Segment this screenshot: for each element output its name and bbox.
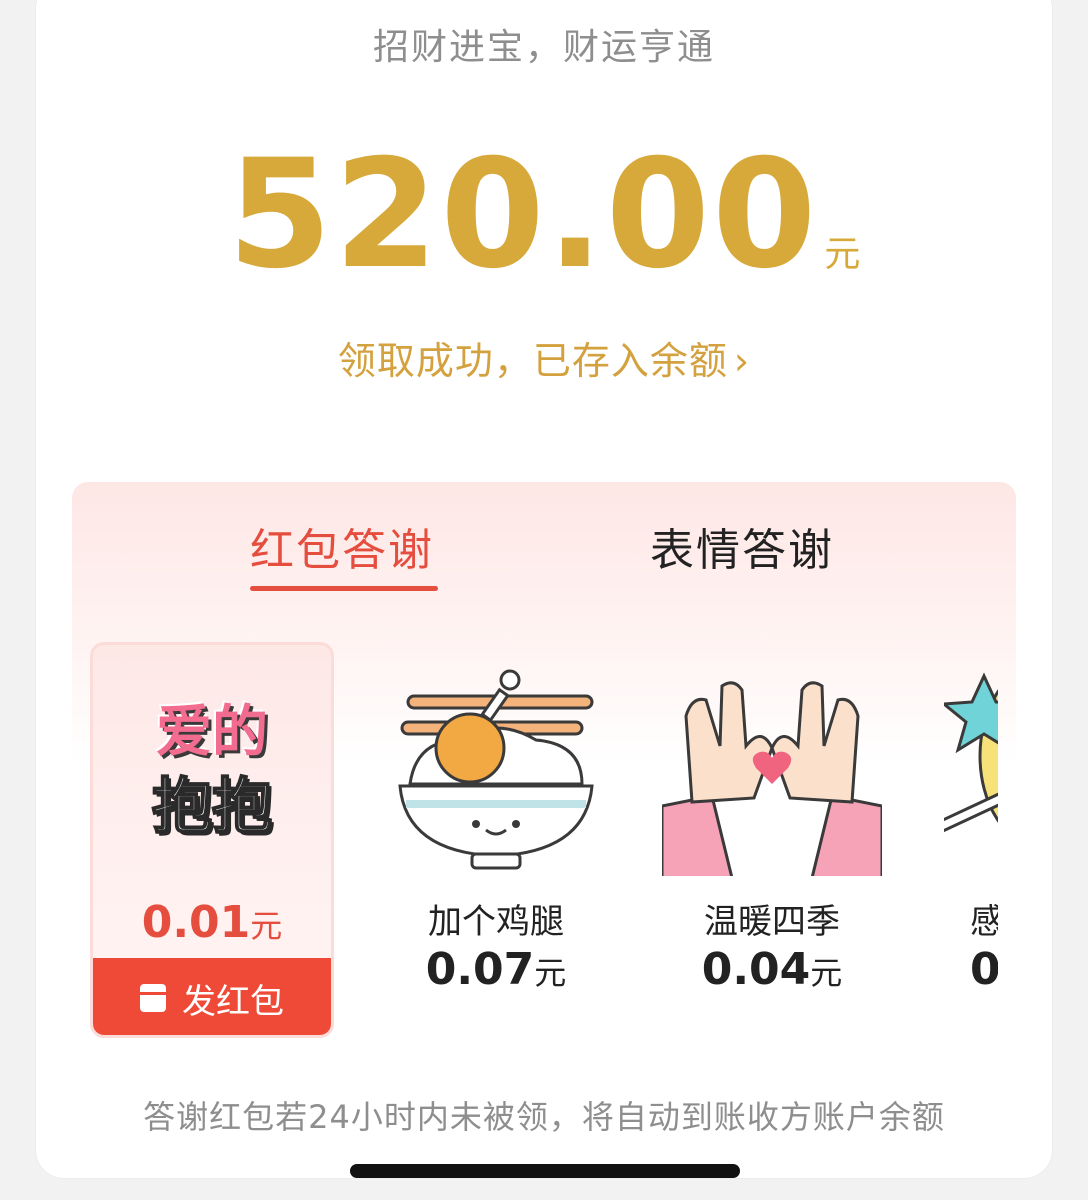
send-red-packet-label: 发红包 (182, 981, 284, 1022)
balance-status-text: 领取成功，已存入余额 (337, 339, 728, 383)
tab-emoji-thanks[interactable]: 表情答谢 (650, 514, 834, 578)
amount-value: 520.00 (227, 128, 819, 302)
item-price: 0.07元 (386, 944, 606, 995)
star-wand-icon (944, 672, 998, 835)
red-envelope-icon (140, 984, 166, 1012)
thanks-item-list[interactable]: 爱的 抱抱 0.01元 发红包 加个鸡腿 0.07元 温暖四季 0.04元 感 … (86, 636, 998, 1056)
amount-unit: 元 (824, 234, 861, 275)
auto-refund-notice: 答谢红包若24小时内未被领，将自动到账收方账户余额 (143, 1098, 945, 1136)
item-price: 0.04元 (662, 944, 882, 995)
thanks-item-heart-hands[interactable]: 温暖四季 0.04元 (662, 642, 882, 1038)
chevron-right-icon: › (733, 339, 751, 383)
home-indicator[interactable] (350, 1164, 740, 1178)
active-tab-indicator (250, 586, 438, 591)
balance-status-link[interactable]: 领取成功，已存入余额 › (0, 330, 1088, 385)
tab-red-packet-thanks[interactable]: 红包答谢 (250, 514, 434, 578)
item-price-value: 0.01 (141, 897, 251, 948)
item-name: 加个鸡腿 (428, 902, 564, 942)
item-name: 温暖四季 (704, 902, 840, 942)
thanks-item-partial[interactable]: 感 0 (944, 642, 998, 1038)
item-name: 感 (970, 902, 998, 942)
blessing-text: 招财进宝，财运亨通 (372, 27, 715, 68)
send-red-packet-button[interactable]: 发红包 (93, 958, 331, 1035)
chicken-leg-rice-bowl-icon (398, 669, 594, 870)
item-price-value: 0 (970, 944, 998, 995)
item-price-unit: 元 (534, 954, 567, 992)
thanks-item-selected[interactable]: 爱的 抱抱 0.01元 发红包 (90, 642, 334, 1038)
sticker-love-hug-line1: 爱的 (156, 700, 268, 765)
received-amount: 520.00 元 (0, 140, 1088, 290)
item-price: 0.01元 (93, 897, 331, 948)
thanks-item-chicken-leg[interactable]: 加个鸡腿 0.07元 (386, 642, 606, 1038)
item-price-unit: 元 (250, 907, 283, 945)
item-price: 0 (970, 944, 998, 995)
sticker-love-hug-line2: 抱抱 (151, 772, 273, 842)
item-price-value: 0.04 (701, 944, 811, 995)
item-price-unit: 元 (810, 954, 843, 992)
heart-hands-icon (662, 681, 882, 876)
item-price-value: 0.07 (425, 944, 535, 995)
